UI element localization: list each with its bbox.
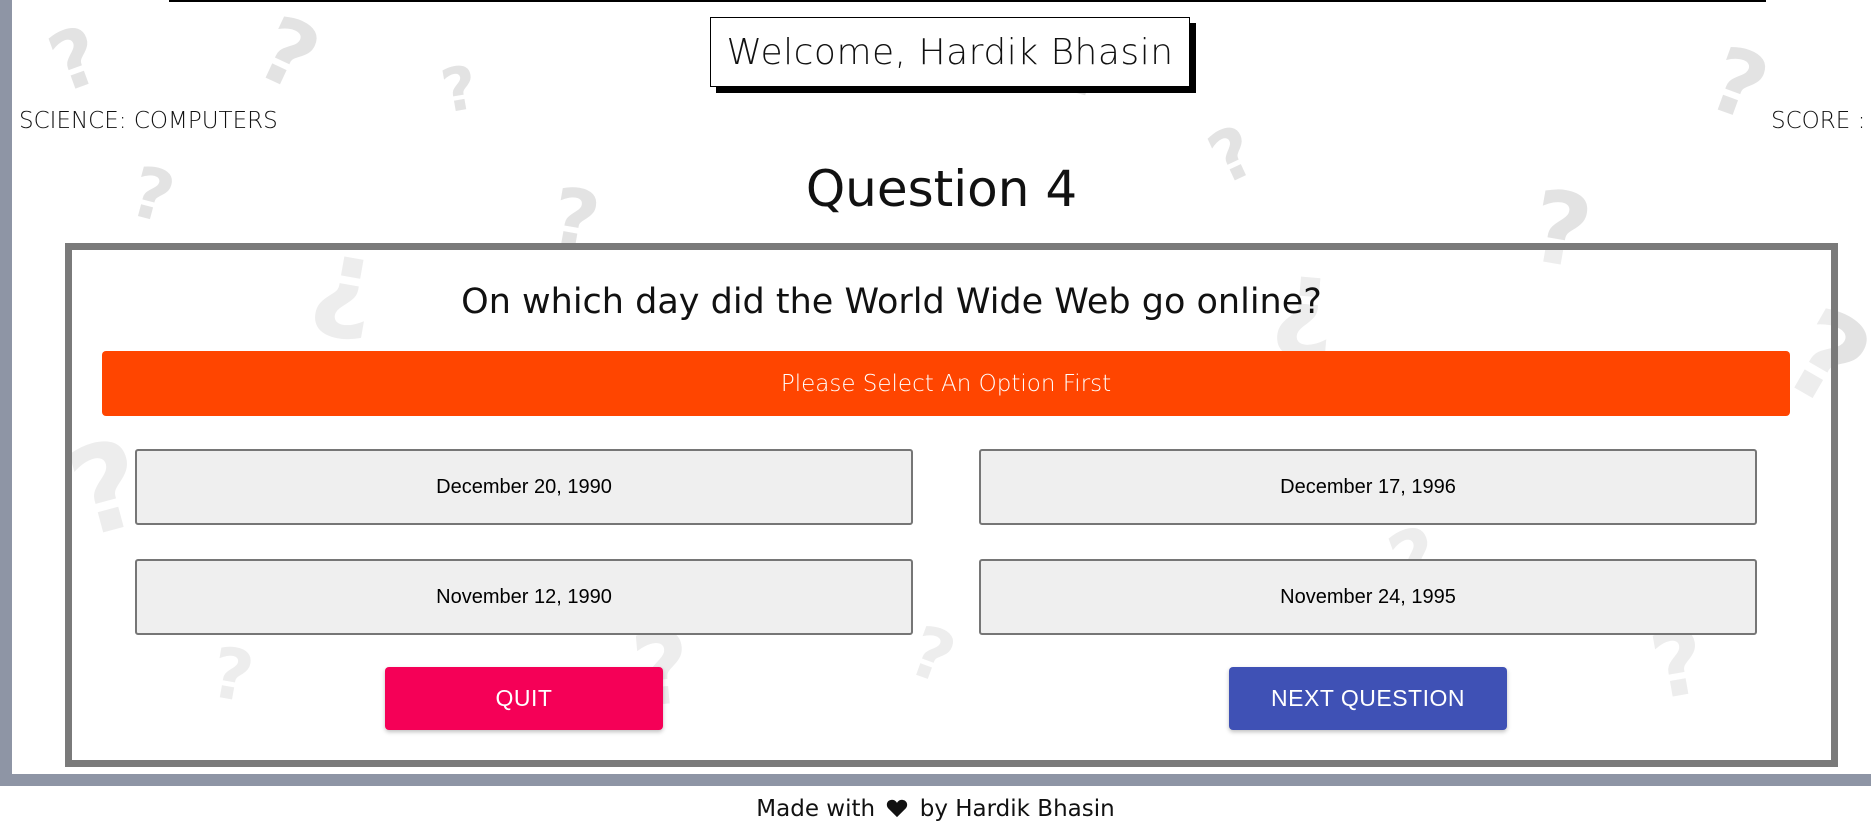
category-label: SCIENCE: COMPUTERS <box>19 108 278 134</box>
option-button[interactable]: November 12, 1990 <box>135 559 913 635</box>
question-number: Question 4 <box>805 160 1078 218</box>
question-text: On which day did the World Wide Web go o… <box>461 282 1322 322</box>
score-label: SCORE : 1 <box>1771 108 1871 134</box>
quit-button[interactable]: QUIT <box>385 667 663 730</box>
page-frame-left <box>0 0 12 786</box>
footer-made-with: Made with <box>756 796 876 822</box>
quiz-stage: ? ? ? ? ? ? ? ? ? ? ? ? ? ? ? ? ? ? Welc… <box>12 0 1871 774</box>
welcome-banner: Welcome, Hardik Bhasin <box>710 17 1190 87</box>
footer-author: by Hardik Bhasin <box>919 796 1115 822</box>
option-button[interactable]: December 17, 1996 <box>979 449 1757 525</box>
heart-icon <box>887 799 908 818</box>
option-button[interactable]: December 20, 1990 <box>135 449 913 525</box>
page-frame-bottom <box>0 774 1871 786</box>
next-question-button[interactable]: NEXT QUESTION <box>1229 667 1507 730</box>
footer: Made with by Hardik Bhasin <box>0 796 1871 822</box>
option-button[interactable]: November 24, 1995 <box>979 559 1757 635</box>
top-divider <box>169 0 1766 2</box>
select-option-alert: Please Select An Option First <box>102 351 1790 416</box>
